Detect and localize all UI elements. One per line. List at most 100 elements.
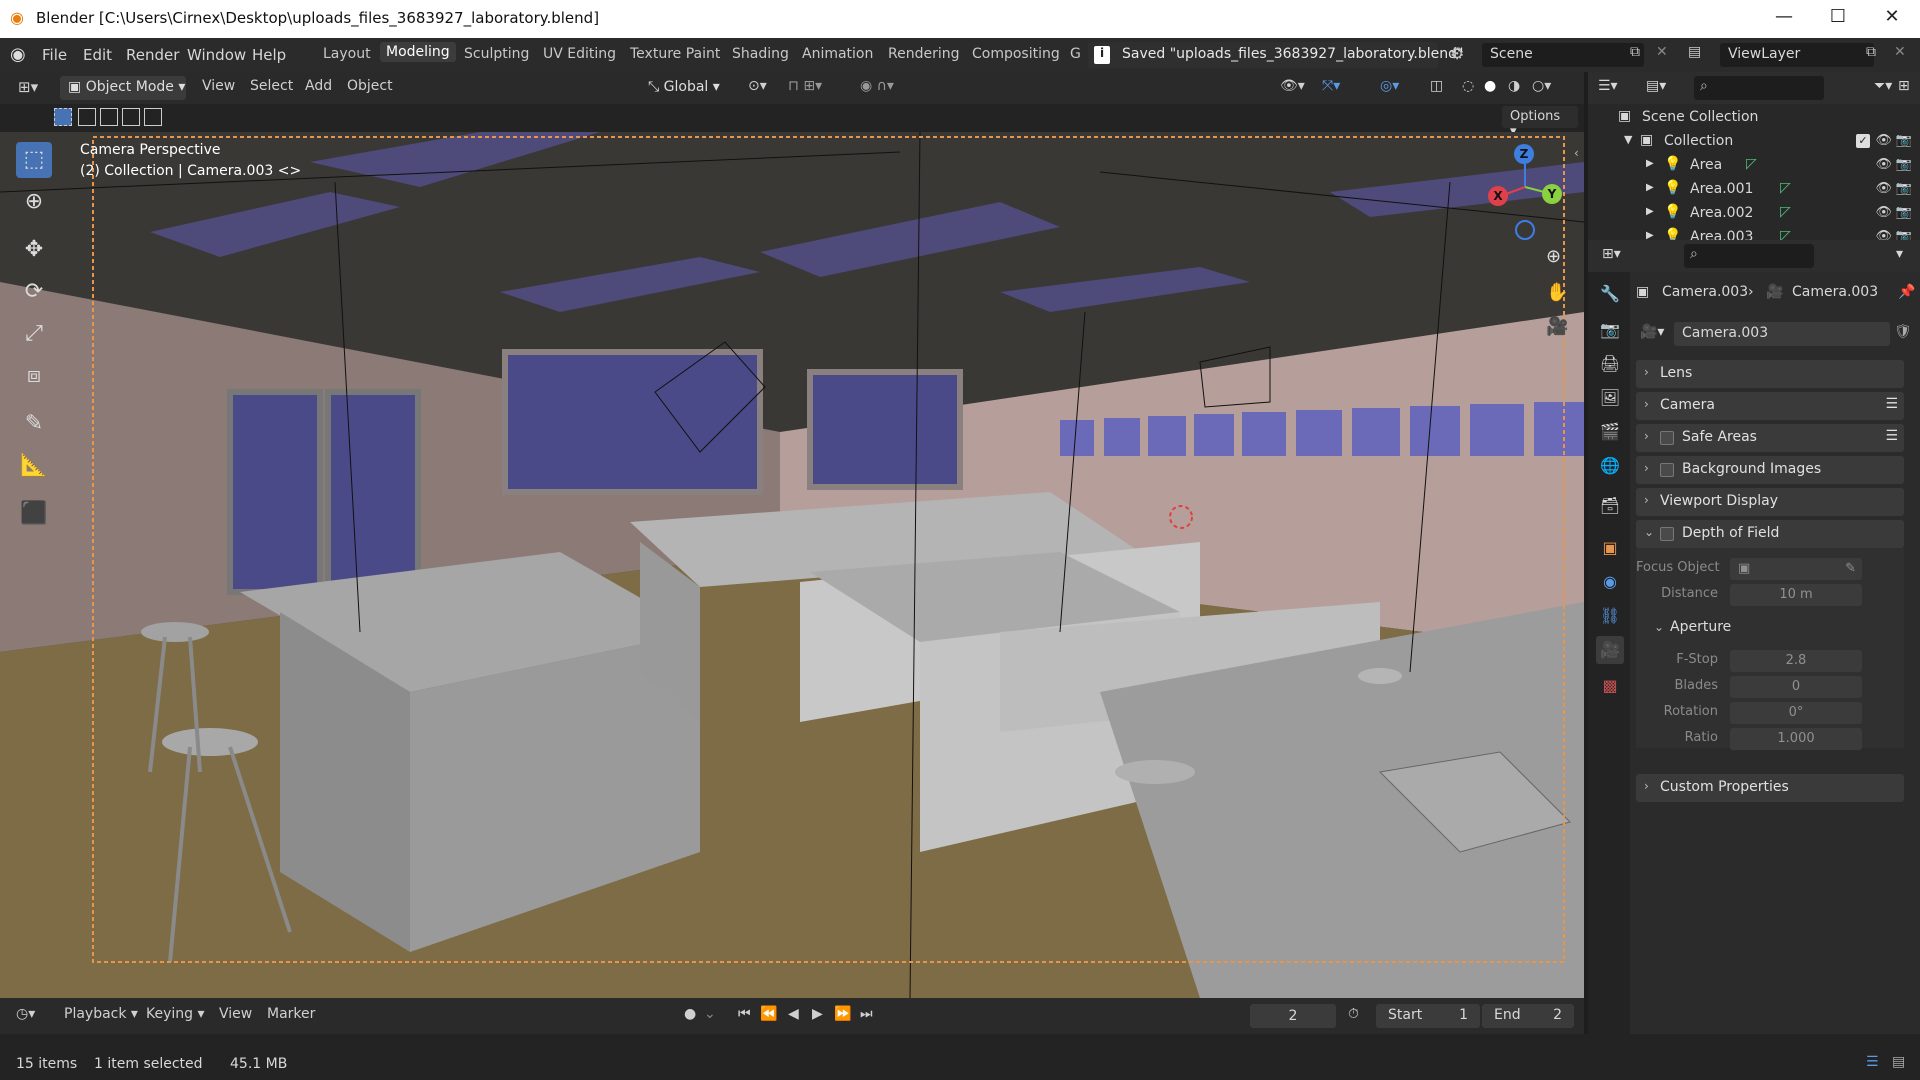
menu-add[interactable]: Add [305, 78, 332, 94]
proportional-edit-icon[interactable]: ◉ ∩▾ [860, 78, 894, 94]
outliner-search-input[interactable]: ⌕ [1694, 76, 1824, 100]
z-axis-icon[interactable]: Z [1514, 144, 1534, 164]
maximize-button[interactable]: ☐ [1818, 6, 1858, 27]
outliner-display-mode-icon[interactable]: ▤▾ [1646, 78, 1666, 94]
scale-tool[interactable]: ⤢ [16, 316, 52, 352]
end-frame-field[interactable]: End 2 [1482, 1004, 1574, 1028]
collection-visibility-icon[interactable]: 👁 [1875, 133, 1892, 148]
render-icon[interactable]: 📷 [1896, 205, 1912, 220]
window-layout-icon[interactable]: ▤ [1892, 1054, 1905, 1070]
properties-options-icon[interactable]: ▾ [1896, 246, 1903, 262]
solid-shading-icon[interactable]: ● [1484, 78, 1496, 94]
playback-menu[interactable]: Playback ▾ [64, 1006, 138, 1022]
expand-arrow-icon[interactable]: ▼ [1624, 133, 1632, 146]
visibility-icon[interactable]: 👁 [1875, 205, 1892, 220]
move-tool[interactable]: ✥ [16, 232, 52, 268]
presets-icon[interactable]: ☰ [1885, 396, 1898, 412]
menu-select[interactable]: Select [250, 78, 293, 94]
tab-uv-editing[interactable]: UV Editing [543, 46, 616, 62]
menu-view[interactable]: View [202, 78, 235, 94]
x-axis-icon[interactable]: X [1488, 186, 1508, 206]
panel-viewport-display[interactable]: › Viewport Display [1636, 488, 1904, 516]
measure-tool[interactable]: 📐 [16, 448, 52, 484]
tab-modeling[interactable]: Modeling [380, 42, 456, 62]
outliner-item[interactable]: ▶ 💡 Area.002 ◸ 👁 📷 [1588, 202, 1920, 226]
expand-arrow-icon[interactable]: ▶ [1646, 158, 1654, 169]
tab-physics-icon[interactable]: ◉ [1596, 568, 1624, 596]
outliner-collection[interactable]: ▼ ▣ Collection ✓ 👁 📷 [1588, 130, 1920, 154]
properties-search-input[interactable]: ⌕ [1684, 244, 1814, 268]
new-collection-icon[interactable]: ⊞ [1898, 78, 1910, 94]
object-mode-dropdown[interactable]: ▣ Object Mode ▾ [60, 76, 186, 100]
tab-world-icon[interactable]: 🌐 [1596, 452, 1624, 480]
render-icon[interactable]: 📷 [1896, 157, 1912, 172]
marker-menu[interactable]: Marker [267, 1006, 315, 1022]
viewlayer-icon[interactable]: ▤ [1688, 44, 1701, 60]
gizmo-toggle-icon[interactable]: ⤧▾ [1322, 78, 1340, 94]
3d-viewport[interactable]: Camera Perspective (2) Collection | Came… [0, 132, 1584, 998]
keying-menu[interactable]: Keying ▾ [146, 1006, 205, 1022]
new-viewlayer-icon[interactable]: ⧉ [1866, 44, 1876, 60]
ratio-field[interactable]: 1.000 [1730, 728, 1862, 750]
visibility-icon[interactable]: 👁 [1875, 229, 1892, 240]
xray-icon[interactable]: ◫ [1430, 78, 1443, 94]
visibility-icon[interactable]: 👁 [1875, 181, 1892, 196]
rotation-field[interactable]: 0° [1730, 702, 1862, 724]
rotate-tool[interactable]: ⟳ [16, 274, 52, 310]
jump-end-icon[interactable]: ⏭ [860, 1006, 873, 1022]
scene-selector-icon[interactable]: ⚙ [1450, 44, 1464, 63]
presets-icon[interactable]: ☰ [1885, 428, 1898, 444]
list-view-icon[interactable]: ☰ [1866, 1054, 1879, 1070]
properties-editor-type-icon[interactable]: ⊞▾ [1602, 246, 1621, 262]
focus-object-field[interactable]: ▣ ✎ [1730, 558, 1862, 580]
overlays-icon[interactable]: ◎▾ [1380, 78, 1399, 94]
render-icon[interactable]: 📷 [1896, 229, 1912, 240]
background-images-checkbox[interactable] [1660, 463, 1674, 477]
blender-menu-icon[interactable]: ◉ [10, 44, 26, 65]
panel-custom-properties[interactable]: › Custom Properties [1636, 774, 1904, 802]
menu-render[interactable]: Render [126, 46, 179, 64]
tab-scene-icon[interactable]: 🎬 [1596, 418, 1624, 446]
delete-viewlayer-icon[interactable]: ✕ [1894, 44, 1906, 60]
options-dropdown[interactable]: Options ▾ [1502, 106, 1578, 139]
tab-object-data-camera-icon[interactable]: 🎥 [1596, 636, 1624, 664]
delete-scene-icon[interactable]: ✕ [1656, 44, 1668, 60]
rendered-shading-icon[interactable]: ○▾ [1532, 78, 1551, 94]
pan-hand-icon[interactable]: ✋ [1546, 282, 1568, 303]
pin-icon[interactable]: 📌 [1898, 284, 1915, 300]
menu-help[interactable]: Help [252, 46, 286, 64]
distance-field[interactable]: 10 m [1730, 584, 1862, 606]
tab-rendering[interactable]: Rendering [888, 46, 960, 62]
cursor-tool[interactable]: ⊕ [16, 184, 52, 220]
y-axis-icon[interactable]: Y [1542, 184, 1562, 204]
panel-lens[interactable]: › Lens [1636, 360, 1904, 388]
viewport-scene[interactable] [0, 132, 1584, 998]
minimize-button[interactable]: — [1764, 6, 1804, 27]
panel-safe-areas[interactable]: › Safe Areas ☰ [1636, 424, 1904, 452]
tab-shading[interactable]: Shading [732, 46, 789, 62]
fake-user-icon[interactable]: 🛡 [1894, 324, 1912, 340]
visibility-icon[interactable]: 👁▾ [1280, 78, 1305, 94]
panel-background-images[interactable]: › Background Images [1636, 456, 1904, 484]
select-mode-invert-icon[interactable] [122, 108, 140, 126]
outliner-editor-type-icon[interactable]: ☰▾ [1598, 78, 1618, 94]
timeline-editor-type-icon[interactable]: ◷▾ [16, 1006, 35, 1022]
outliner-item[interactable]: ▶ 💡 Area.003 ◸ 👁 📷 [1588, 226, 1920, 240]
jump-next-keyframe-icon[interactable]: ⏩ [834, 1006, 851, 1022]
start-frame-field[interactable]: Start 1 [1376, 1004, 1480, 1028]
navigation-gizmo[interactable]: Z Y X [1480, 142, 1570, 242]
outliner-item[interactable]: ▶ 💡 Area.001 ◸ 👁 📷 [1588, 178, 1920, 202]
tab-animation[interactable]: Animation [802, 46, 873, 62]
chevron-down-icon[interactable]: ⌄ [1654, 620, 1664, 634]
expand-arrow-icon[interactable]: ▶ [1646, 182, 1654, 193]
jump-prev-keyframe-icon[interactable]: ⏪ [760, 1006, 777, 1022]
new-scene-icon[interactable]: ⧉ [1630, 44, 1640, 60]
render-icon[interactable]: 📷 [1896, 181, 1912, 196]
menu-edit[interactable]: Edit [83, 46, 112, 64]
transform-tool[interactable]: ⧈ [16, 358, 52, 394]
current-frame-field[interactable]: 2 [1250, 1004, 1336, 1028]
keying-set-icon[interactable]: ⌄ [704, 1006, 716, 1022]
menu-object[interactable]: Object [347, 78, 393, 94]
play-reverse-icon[interactable]: ◀ [788, 1006, 799, 1022]
select-mode-intersect-icon[interactable] [144, 108, 162, 126]
